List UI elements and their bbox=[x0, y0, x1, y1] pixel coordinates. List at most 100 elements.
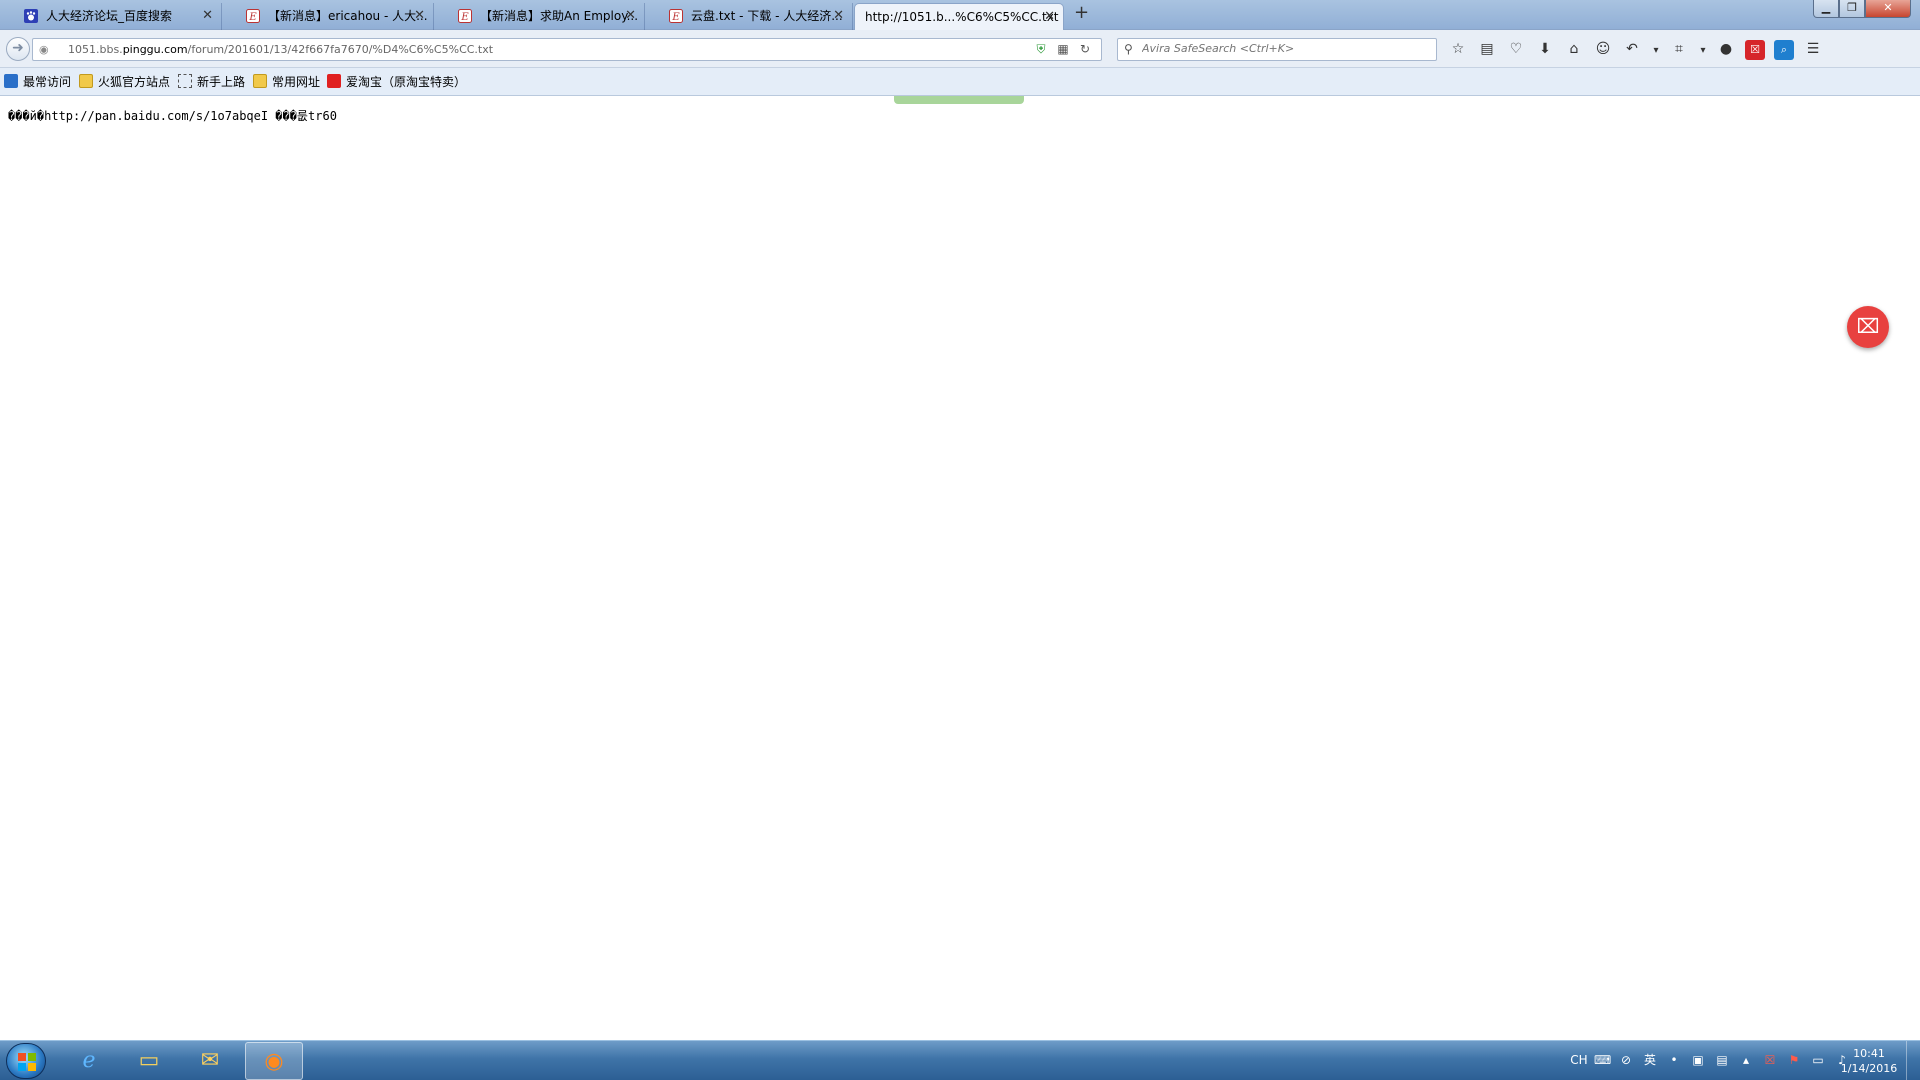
close-window-button[interactable]: ✕ bbox=[1865, 0, 1911, 18]
close-tab-icon[interactable]: ✕ bbox=[625, 3, 636, 29]
ime-english-icon[interactable]: 英 bbox=[1642, 1051, 1658, 1068]
pinggu-e-icon: E bbox=[246, 9, 260, 23]
windows-logo-icon bbox=[18, 1053, 36, 1071]
ime-block-icon[interactable]: ⊘ bbox=[1618, 1053, 1634, 1067]
folder-icon: ▭ bbox=[138, 1048, 160, 1073]
url-prefix: 1051.bbs. bbox=[68, 43, 123, 56]
tab-current-txt[interactable]: http://1051.b...%C6%C5%CC.txt ✕ bbox=[854, 3, 1064, 30]
search-icon: ⚲ bbox=[1124, 42, 1133, 56]
qr-code-icon[interactable]: ▦ bbox=[1055, 42, 1071, 56]
back-button[interactable]: ➜ bbox=[6, 37, 30, 61]
bookmark-label: 火狐官方站点 bbox=[98, 75, 171, 89]
search-bar[interactable]: ⚲ bbox=[1117, 38, 1437, 61]
action-center-flag-icon[interactable]: ⚑ bbox=[1786, 1053, 1802, 1067]
tab-baidu-search[interactable]: 人大经济论坛_百度搜索 ✕ bbox=[0, 3, 222, 30]
toolbar-icons: ☆ ▤ ♡ ⬇ ⌂ ☺ ↶ ▾ ⌗ ▾ ● ☒ ⌕ ☰ bbox=[1448, 39, 1832, 61]
tab-strip: 人大经济论坛_百度搜索 ✕ E 【新消息】ericahou - 人大... ✕ … bbox=[0, 0, 1920, 30]
system-tray: CH ⌨ ⊘ 英 • ▣ ▤ ▴ ☒ ⚑ ▭ ♪ bbox=[1568, 1051, 1858, 1068]
reload-icon[interactable]: ↻ bbox=[1077, 42, 1093, 56]
bookmark-ai-taobao[interactable]: 爱淘宝（原淘宝特卖） bbox=[327, 74, 466, 90]
tab-label: http://1051.b...%C6%C5%CC.txt bbox=[865, 10, 1059, 24]
windows-explorer-app[interactable]: ▭ bbox=[120, 1042, 178, 1080]
tab-cloud-txt-download[interactable]: E 云盘.txt - 下载 - 人大经济... ✕ bbox=[645, 3, 853, 30]
taskbar: ℯ ▭ ✉ ◉ CH ⌨ ⊘ 英 • ▣ ▤ ▴ ☒ ⚑ ▭ ♪ 10:41 1/14/2016 bbox=[0, 1040, 1920, 1080]
language-indicator[interactable]: CH bbox=[1568, 1053, 1590, 1067]
navigation-toolbar: ➜ ◉ 1051.bbs.pinggu.com/forum/201601/13/… bbox=[0, 30, 1920, 68]
baidu-paw-icon bbox=[24, 9, 38, 23]
tab-new-message-2[interactable]: E 【新消息】求助An Employ... ✕ bbox=[434, 3, 645, 30]
show-hidden-icons[interactable]: ▴ bbox=[1738, 1053, 1754, 1067]
page-icon bbox=[178, 74, 192, 88]
maximize-window-button[interactable]: ❐ bbox=[1839, 0, 1865, 18]
network-icon[interactable]: ▭ bbox=[1810, 1053, 1826, 1067]
show-desktop-button[interactable] bbox=[1906, 1041, 1920, 1080]
bookmark-firefox-official[interactable]: 火狐官方站点 bbox=[79, 74, 170, 90]
undo-icon[interactable]: ↶ bbox=[1622, 39, 1642, 59]
ime-tools-icon[interactable]: ▤ bbox=[1714, 1053, 1730, 1067]
screenshot-crop-icon[interactable]: ⌗ bbox=[1669, 39, 1689, 59]
back-arrow-icon: ➜ bbox=[12, 40, 24, 56]
most-visited-icon bbox=[4, 74, 18, 88]
bookmark-label: 最常访问 bbox=[23, 75, 72, 89]
site-identity-icon[interactable]: ◉ bbox=[39, 43, 53, 57]
extension-red-icon[interactable]: ☒ bbox=[1745, 40, 1765, 60]
hamburger-menu-icon[interactable]: ☰ bbox=[1803, 39, 1823, 59]
chat-icon[interactable]: ☺ bbox=[1593, 39, 1613, 59]
taobao-icon bbox=[327, 74, 341, 88]
svg-text:E: E bbox=[671, 12, 680, 23]
bookmark-most-visited[interactable]: 最常访问 bbox=[4, 74, 71, 90]
firefox-app[interactable]: ◉ bbox=[245, 1042, 303, 1080]
bookmark-label: 爱淘宝（原淘宝特卖） bbox=[346, 75, 467, 89]
url-bar-icons: ⛨ ▦ ↻ bbox=[1027, 42, 1093, 57]
url-path: /forum/201601/13/42f667fa7670/%D4%C6%C5%… bbox=[187, 43, 494, 56]
bookmark-label: 常用网址 bbox=[272, 75, 321, 89]
url-domain: pinggu.com bbox=[122, 43, 188, 56]
url-text[interactable]: 1051.bbs.pinggu.com/forum/201601/13/42f6… bbox=[68, 43, 493, 56]
outlook-icon: ✉ bbox=[200, 1048, 220, 1073]
internet-explorer-app[interactable]: ℯ bbox=[60, 1042, 118, 1080]
bookmark-label: 新手上路 bbox=[197, 75, 246, 89]
text-file-content: ���й�http://pan.baidu.com/s/1o7abqeI ���… bbox=[8, 109, 337, 123]
bookmark-common-sites[interactable]: 常用网址 bbox=[253, 74, 320, 90]
floating-screenshot-button[interactable]: ⌧ bbox=[1847, 306, 1889, 348]
ime-settings-icon[interactable]: ▣ bbox=[1690, 1053, 1706, 1067]
minimize-window-button[interactable]: ▁ bbox=[1813, 0, 1839, 18]
pinggu-e-icon: E bbox=[458, 9, 472, 23]
tab-new-message-1[interactable]: E 【新消息】ericahou - 人大... ✕ bbox=[222, 3, 434, 30]
firefox-icon: ◉ bbox=[264, 1049, 284, 1074]
close-tab-icon[interactable]: ✕ bbox=[833, 3, 844, 29]
new-tab-button[interactable]: + bbox=[1074, 2, 1089, 23]
extension-blue-icon[interactable]: ⌕ bbox=[1774, 40, 1794, 60]
url-bar[interactable]: ◉ 1051.bbs.pinggu.com/forum/201601/13/42… bbox=[32, 38, 1102, 61]
outlook-app[interactable]: ✉ bbox=[181, 1042, 239, 1080]
search-input[interactable] bbox=[1142, 42, 1432, 55]
close-tab-icon[interactable]: ✕ bbox=[202, 3, 213, 29]
home-icon[interactable]: ⌂ bbox=[1564, 39, 1584, 59]
tab-label: 【新消息】ericahou - 人大... bbox=[268, 9, 428, 23]
bookmarks-menu-icon[interactable]: ▤ bbox=[1477, 39, 1497, 59]
ime-keyboard-icon[interactable]: ⌨ bbox=[1594, 1053, 1611, 1067]
red-app-tray-icon[interactable]: ☒ bbox=[1762, 1053, 1778, 1067]
undo-dropdown-icon[interactable]: ▾ bbox=[1651, 41, 1661, 61]
close-tab-icon[interactable]: ✕ bbox=[1044, 4, 1055, 30]
pinggu-e-icon: E bbox=[669, 9, 683, 23]
avira-shield-icon[interactable]: ⛨ bbox=[1033, 42, 1049, 57]
taskbar-clock[interactable]: 10:41 1/14/2016 bbox=[1838, 1046, 1900, 1076]
speech-bubble-icon[interactable]: ● bbox=[1716, 39, 1736, 59]
pocket-icon[interactable]: ♡ bbox=[1506, 39, 1526, 59]
crop-dropdown-icon[interactable]: ▾ bbox=[1698, 41, 1708, 61]
start-button[interactable] bbox=[6, 1043, 46, 1079]
tab-label: 云盘.txt - 下载 - 人大经济... bbox=[691, 9, 843, 23]
folder-icon bbox=[79, 74, 93, 88]
clock-time: 10:41 bbox=[1853, 1047, 1885, 1060]
downloads-icon[interactable]: ⬇ bbox=[1535, 39, 1555, 59]
notification-strip bbox=[894, 96, 1024, 104]
clock-date: 1/14/2016 bbox=[1840, 1062, 1898, 1075]
close-tab-icon[interactable]: ✕ bbox=[414, 3, 425, 29]
folder-icon bbox=[253, 74, 267, 88]
svg-text:E: E bbox=[460, 12, 469, 23]
bookmarks-toolbar: 最常访问 火狐官方站点 新手上路 常用网址 爱淘宝（原淘宝特卖） bbox=[0, 68, 1920, 96]
ime-punctuation-icon[interactable]: • bbox=[1666, 1053, 1682, 1067]
bookmark-getting-started[interactable]: 新手上路 bbox=[178, 74, 245, 90]
bookmark-star-icon[interactable]: ☆ bbox=[1448, 39, 1468, 59]
